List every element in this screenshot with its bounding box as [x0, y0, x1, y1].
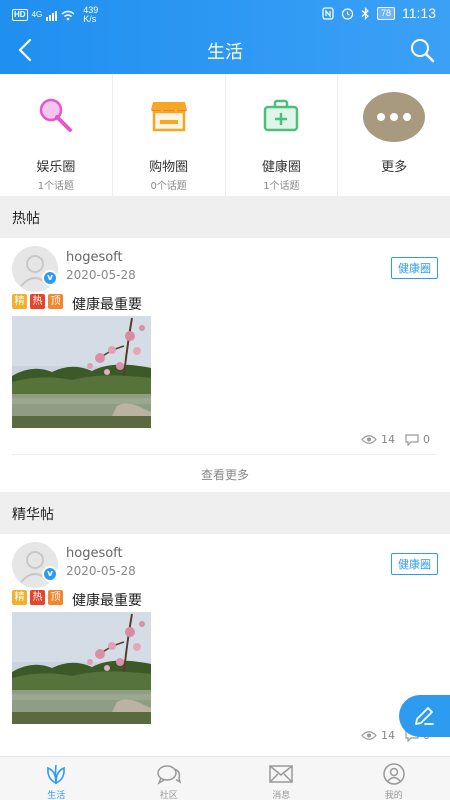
medkit-icon	[264, 99, 299, 132]
view-count: 14	[381, 433, 395, 446]
flag-hot: 热	[30, 590, 45, 605]
tab-label: 生活	[47, 791, 66, 800]
post-flags: 精 热 顶	[12, 294, 63, 309]
post-stats: 14 0	[361, 433, 430, 446]
chat-bubble-icon	[157, 765, 181, 785]
flag-pinned: 顶	[48, 294, 63, 309]
alarm-icon	[341, 7, 354, 20]
wifi-icon	[61, 10, 75, 20]
section-essence-posts: 精华帖	[0, 492, 450, 534]
network-speed: 439 K/s	[83, 5, 99, 24]
comment-icon	[405, 433, 419, 446]
circle-tag[interactable]: 健康圈	[391, 257, 438, 279]
post-author[interactable]: hogesoft	[66, 250, 123, 265]
app-header: 生活	[0, 28, 450, 74]
search-icon[interactable]	[408, 36, 436, 64]
circle-tag[interactable]: 健康圈	[391, 553, 438, 575]
see-more-button[interactable]: 查看更多	[0, 466, 450, 483]
verified-badge: v	[42, 566, 58, 582]
category-name: 娱乐圈	[36, 160, 76, 175]
category-name: 购物圈	[149, 160, 189, 175]
nfc-icon	[322, 6, 334, 20]
category-count: 1个话题	[263, 181, 300, 192]
category-count: 0个话题	[150, 181, 187, 192]
battery-indicator: 78	[376, 6, 395, 20]
post-date: 2020-05-28	[66, 564, 136, 578]
user-circle-icon	[383, 763, 405, 785]
tab-mine[interactable]: 我的	[338, 757, 450, 800]
shop-icon	[150, 102, 187, 132]
tab-messages[interactable]: 消息	[225, 757, 338, 800]
status-time: 11:13	[402, 5, 436, 21]
flag-hot: 热	[30, 294, 45, 309]
flag-essence: 精	[12, 294, 27, 309]
status-bar: HD 4G 439 K/s 78 11:13	[0, 0, 450, 28]
network-type: 4G	[31, 10, 43, 19]
hd-indicator: HD	[12, 9, 28, 21]
comment-count: 0	[423, 433, 430, 446]
post-flags: 精 热 顶	[12, 590, 63, 605]
page-title: 生活	[207, 42, 243, 63]
category-grid: 娱乐圈 1个话题 购物圈 0个话题 健康圈 1个话题 更多	[0, 74, 450, 196]
category-count: 1个话题	[37, 181, 75, 192]
post-card[interactable]: v hogesoft 2020-05-28 健康圈 精 热 顶 健康最重要 14	[0, 238, 450, 492]
flag-pinned: 顶	[48, 590, 63, 605]
tab-community[interactable]: 社区	[113, 757, 226, 800]
signal-icon	[46, 10, 58, 21]
category-shopping[interactable]: 购物圈 0个话题	[113, 74, 226, 196]
category-entertainment[interactable]: 娱乐圈 1个话题	[0, 74, 113, 196]
envelope-icon	[269, 765, 293, 783]
divider	[12, 454, 438, 455]
tab-label: 社区	[159, 791, 178, 800]
post-author[interactable]: hogesoft	[66, 546, 123, 561]
leaf-icon	[47, 764, 66, 785]
flag-essence: 精	[12, 590, 27, 605]
category-name: 健康圈	[261, 160, 301, 175]
post-title[interactable]: 健康最重要	[72, 590, 142, 610]
post-image[interactable]	[12, 612, 151, 724]
category-name: 更多	[381, 160, 408, 175]
category-health[interactable]: 健康圈 1个话题	[226, 74, 339, 196]
top-bar: HD 4G 439 K/s 78 11:13 生活	[0, 0, 450, 74]
section-hot-posts: 热帖	[0, 196, 450, 238]
compose-button[interactable]	[399, 695, 450, 737]
post-date: 2020-05-28	[66, 268, 136, 282]
bluetooth-icon	[361, 6, 369, 20]
tab-label: 消息	[272, 791, 291, 800]
eye-icon	[361, 435, 377, 444]
pencil-icon	[415, 707, 434, 725]
post-title[interactable]: 健康最重要	[72, 294, 142, 314]
tab-life[interactable]: 生活	[0, 757, 113, 800]
verified-badge: v	[42, 270, 58, 286]
post-card[interactable]: v hogesoft 2020-05-28 健康圈 精 热 顶 健康最重要 14	[0, 534, 450, 756]
microphone-icon	[39, 98, 72, 132]
eye-icon	[361, 731, 377, 740]
tab-label: 我的	[384, 791, 403, 800]
bottom-tab-bar: 生活 社区 消息 我的	[0, 756, 450, 800]
category-more[interactable]: 更多	[338, 74, 450, 196]
post-image[interactable]	[12, 316, 151, 428]
view-count: 14	[381, 729, 395, 742]
more-icon	[363, 92, 426, 142]
